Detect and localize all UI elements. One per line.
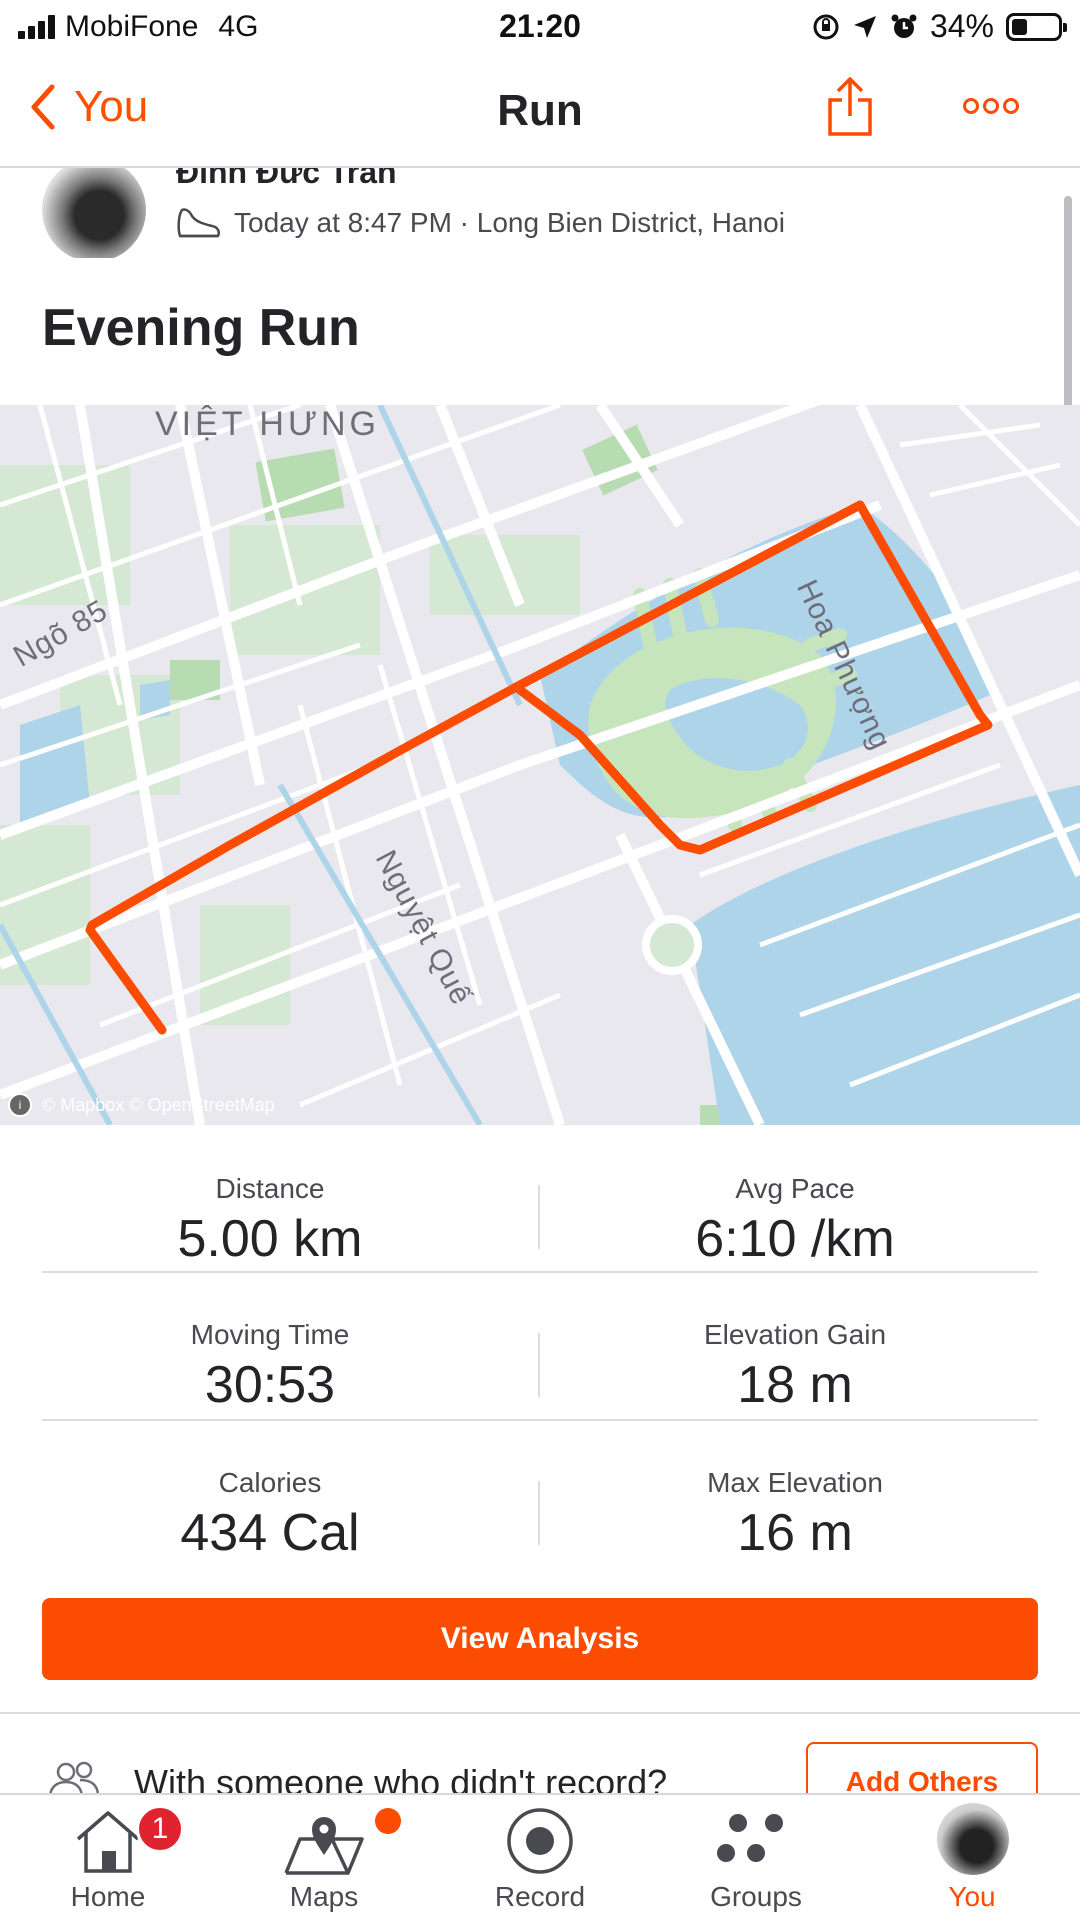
- stats-grid: Distance 5.00 km Avg Pace 6:10 /km Movin…: [42, 1125, 1038, 1569]
- battery-fill: [1012, 18, 1027, 35]
- battery-percent: 34%: [929, 8, 994, 44]
- status-right: 34%: [812, 8, 1067, 45]
- record-icon: [507, 1808, 573, 1874]
- route-map[interactable]: VIỆT HƯNG Ngõ 85 Hoa Phượng Nguyệt Quế i…: [0, 405, 1080, 1125]
- user-avatar: [937, 1803, 1009, 1875]
- stat-value: 5.00 km: [177, 1210, 363, 1268]
- activity-meta-text: Today at 8:47 PM · Long Bien District, H…: [234, 207, 785, 238]
- add-others-button[interactable]: Add Others: [806, 1742, 1038, 1794]
- maps-icon: [284, 1817, 364, 1875]
- athlete-header: Đinh Đức Trần Today at 8:47 PM · Long Bi…: [0, 168, 1080, 258]
- activity-meta: Today at 8:47 PM · Long Bien District, H…: [176, 206, 785, 240]
- back-button[interactable]: You: [30, 82, 148, 132]
- share-icon: [828, 77, 872, 136]
- stat-value: 434 Cal: [180, 1504, 360, 1562]
- map-label-viet-hung: VIỆT HƯNG: [155, 405, 380, 443]
- location-arrow-icon: [853, 15, 876, 38]
- share-button[interactable]: [826, 76, 874, 143]
- stat-distance: Distance 5.00 km: [0, 1173, 540, 1269]
- back-label: You: [74, 82, 149, 131]
- map-base: [0, 405, 1080, 1125]
- athlete-avatar[interactable]: [42, 168, 146, 258]
- roundabout: [642, 915, 702, 975]
- maps-new-dot: [375, 1808, 401, 1834]
- more-button[interactable]: [962, 96, 1020, 121]
- battery-icon: [1006, 12, 1067, 41]
- view-analysis-button[interactable]: View Analysis: [42, 1598, 1038, 1680]
- stat-label: Avg Pace: [735, 1173, 855, 1204]
- mapbox-info-icon[interactable]: i: [8, 1093, 32, 1117]
- stat-label: Moving Time: [190, 1319, 350, 1350]
- stat-value: 6:10 /km: [695, 1210, 895, 1268]
- athlete-name[interactable]: Đinh Đức Trần: [176, 168, 397, 191]
- attribution-text: © Mapbox © OpenStreetMap: [42, 1094, 275, 1115]
- chevron-left-icon: [31, 84, 55, 130]
- stat-label: Distance: [215, 1173, 325, 1204]
- page-title: Run: [497, 86, 583, 135]
- groups-icon: [717, 1814, 783, 1862]
- tab-label: Record: [494, 1881, 586, 1912]
- stat-value: 30:53: [204, 1356, 336, 1414]
- people-icon: [49, 1761, 100, 1794]
- stat-elevation-gain: Elevation Gain 18 m: [540, 1319, 1050, 1415]
- with-someone-text: With someone who didn't record?: [134, 1762, 668, 1794]
- stat-value: 18 m: [737, 1356, 853, 1414]
- stat-label: Elevation Gain: [703, 1319, 887, 1350]
- activity-title: Evening Run: [42, 299, 360, 357]
- stat-row: Calories 434 Cal Max Elevation 16 m: [42, 1421, 1038, 1569]
- tab-label: Groups: [710, 1881, 802, 1912]
- tab-label: Maps: [289, 1881, 359, 1912]
- home-icon: [76, 1811, 140, 1873]
- stat-calories: Calories 434 Cal: [0, 1467, 540, 1563]
- stat-label: Calories: [218, 1467, 322, 1498]
- tab-record[interactable]: Record: [432, 1795, 648, 1920]
- status-bar: MobiFone 4G 21:20 34%: [0, 0, 1080, 56]
- stat-label: Max Elevation: [707, 1467, 883, 1498]
- stat-value: 16 m: [737, 1504, 853, 1562]
- stat-row: Moving Time 30:53 Elevation Gain 18 m: [42, 1273, 1038, 1421]
- map-attribution[interactable]: i © Mapbox © OpenStreetMap: [8, 1093, 275, 1117]
- nav-bar: You Run: [0, 56, 1080, 168]
- notification-badge: 1: [136, 1805, 184, 1853]
- tab-home[interactable]: 1 Home: [0, 1795, 216, 1920]
- tab-maps[interactable]: Maps: [216, 1795, 432, 1920]
- shoe-icon: [177, 208, 220, 238]
- tab-bar: 1 Home Maps Record Groups You: [0, 1793, 1080, 1920]
- stat-row: Distance 5.00 km Avg Pace 6:10 /km: [42, 1125, 1038, 1273]
- screen-rotation-lock-icon: [813, 14, 839, 39]
- tab-label: Home: [70, 1881, 146, 1912]
- tab-groups[interactable]: Groups: [648, 1795, 864, 1920]
- add-others-prompt: With someone who didn't record? Add Othe…: [0, 1714, 1080, 1794]
- tab-you[interactable]: You: [864, 1795, 1080, 1920]
- alarm-icon: [891, 14, 917, 38]
- more-icon: [963, 98, 1019, 114]
- stat-avg-pace: Avg Pace 6:10 /km: [540, 1173, 1050, 1269]
- stat-moving-time: Moving Time 30:53: [0, 1319, 540, 1415]
- stat-max-elevation: Max Elevation 16 m: [540, 1467, 1050, 1563]
- tab-label: You: [948, 1881, 996, 1912]
